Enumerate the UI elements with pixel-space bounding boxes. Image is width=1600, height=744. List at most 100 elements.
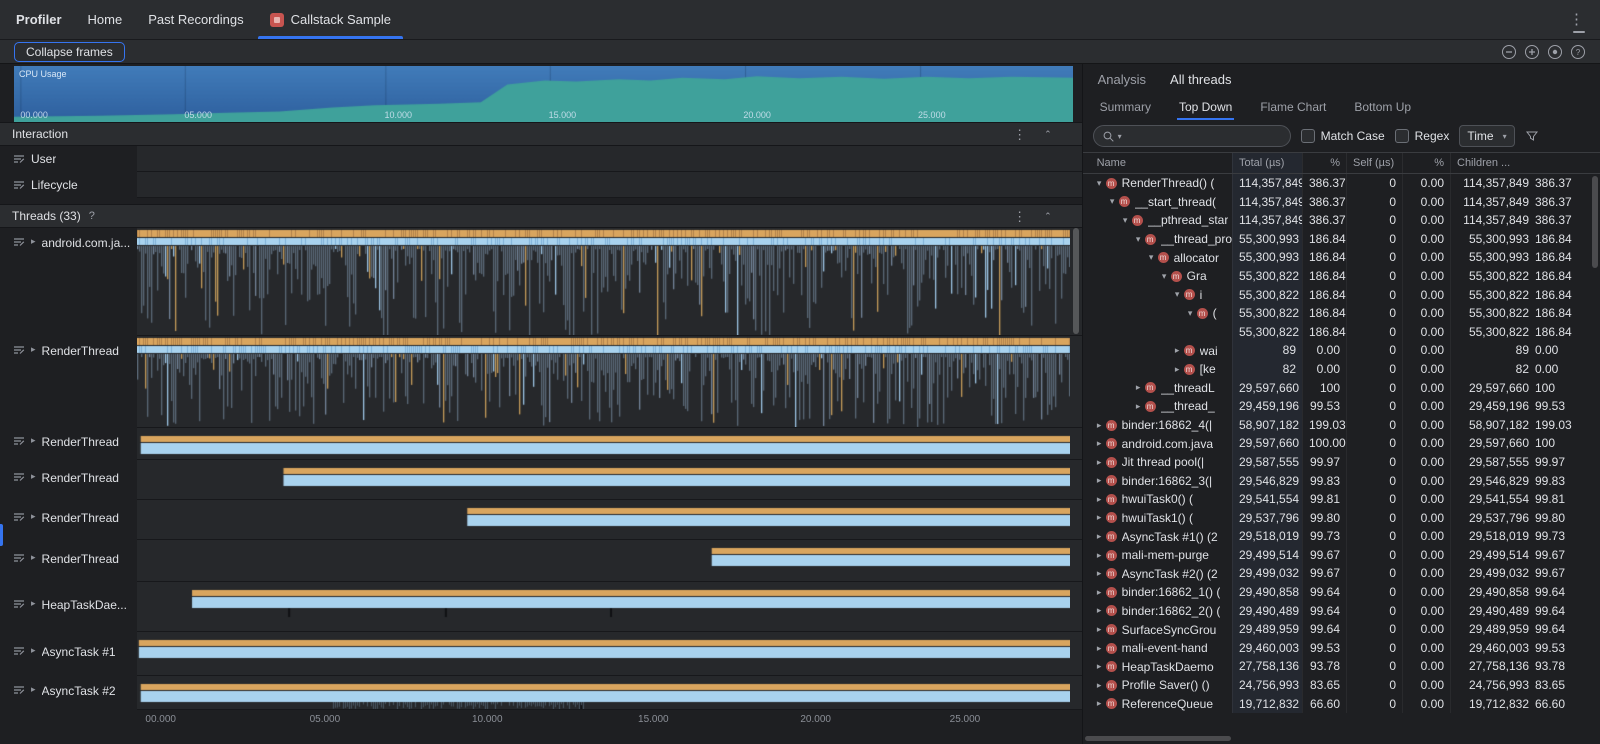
thread-track-canvas[interactable] [137,460,1070,500]
thread-track-canvas[interactable] [137,632,1070,676]
thread-row-heaptaskdae[interactable]: ▸HeapTaskDae... [0,582,1082,632]
expand-chevron-icon[interactable]: ▸ [1171,345,1184,356]
expand-chevron-icon[interactable]: ▸ [1093,512,1106,523]
column-header-total-s[interactable]: Total (µs) [1232,153,1302,173]
chevron-right-icon[interactable]: ▸ [31,645,36,656]
help-icon[interactable]: ? [89,210,95,222]
tree-row[interactable]: ▸mReferenceQueue19,712,83266.6000.0019,7… [1083,695,1600,714]
tree-row[interactable]: ▾mGra55,300,822186.8400.0055,300,822186.… [1083,267,1600,286]
thread-track[interactable] [137,460,1082,500]
tree-row[interactable]: ▸m__thread_29,459,19699.5300.0029,459,19… [1083,397,1600,416]
thread-row-renderthread[interactable]: ▸RenderThread [0,460,1082,500]
checkbox-box[interactable] [1301,129,1315,143]
kebab-menu-icon[interactable]: ⋮ [1013,210,1026,223]
chevron-right-icon[interactable]: ▸ [31,435,36,446]
column-header-self-s[interactable]: Self (µs) [1346,153,1402,173]
zoom-out-icon[interactable] [1501,44,1517,60]
kebab-menu-icon[interactable]: ⋮ [1013,128,1026,141]
expand-chevron-icon[interactable]: ▸ [1093,457,1106,468]
chevron-right-icon[interactable]: ▸ [31,598,36,609]
thread-track[interactable] [137,676,1082,710]
tree-row[interactable]: ▸m__threadL29,597,66010000.0029,597,6601… [1083,379,1600,398]
subtab-summary[interactable]: Summary [1098,94,1153,120]
thread-track[interactable] [137,540,1082,582]
tree-row[interactable]: ▸mSurfaceSyncGrou29,489,95999.6400.0029,… [1083,620,1600,639]
expand-chevron-icon[interactable]: ▸ [1093,494,1106,505]
tree-row[interactable]: ▸mAsyncTask #1() (229,518,01999.7300.002… [1083,527,1600,546]
expand-chevron-icon[interactable]: ▸ [1093,475,1106,486]
kebab-menu-icon[interactable]: ⋮ [1569,12,1584,27]
subtab-flame-chart[interactable]: Flame Chart [1258,94,1328,120]
chevron-down-icon[interactable]: ▾ [1118,132,1122,141]
thread-track-canvas[interactable] [137,336,1070,428]
hide-window-icon[interactable] [1573,31,1585,33]
thread-track-canvas[interactable] [137,582,1070,632]
thread-row-android-com-ja[interactable]: ▸android.com.ja... [0,228,1082,336]
interaction-track[interactable] [137,172,1082,198]
column-header-name[interactable]: Name [1083,153,1232,173]
thread-track-canvas[interactable] [137,500,1070,540]
threads-section-header[interactable]: Threads (33) ? ⋮ ⌃ [0,204,1082,228]
tree-row[interactable]: ▸mmali-mem-purge29,499,51499.6700.0029,4… [1083,546,1600,565]
thread-row-renderthread[interactable]: ▸RenderThread [0,540,1082,582]
tree-row[interactable]: ▸mJit thread pool(|29,587,55599.9700.002… [1083,453,1600,472]
tree-row[interactable]: 55,300,822186.8400.0055,300,822186.84 [1083,323,1600,342]
regex-checkbox[interactable]: Regex [1395,129,1450,143]
tree-row[interactable]: ▸mhwuiTask0() (29,541,55499.8100.0029,54… [1083,490,1600,509]
thread-track[interactable] [137,428,1082,460]
tree-row[interactable]: ▸mandroid.com.java29,597,660100.0000.002… [1083,434,1600,453]
tree-row[interactable]: ▾mallocator55,300,993186.8400.0055,300,9… [1083,248,1600,267]
match-case-checkbox[interactable]: Match Case [1301,129,1385,143]
subtab-top-down[interactable]: Top Down [1177,94,1234,120]
expand-chevron-icon[interactable]: ▾ [1145,252,1158,263]
expand-chevron-icon[interactable]: ▸ [1132,382,1145,393]
nav-item-past-recordings[interactable]: Past Recordings [148,12,243,27]
thread-track-canvas[interactable] [137,676,1070,710]
checkbox-box[interactable] [1395,129,1409,143]
interaction-track[interactable] [137,146,1082,172]
search-input[interactable]: ▾ [1093,125,1291,147]
thread-track[interactable] [137,632,1082,676]
expand-chevron-icon[interactable]: ▸ [1093,438,1106,449]
tree-row[interactable]: ▸mHeapTaskDaemo27,758,13693.7800.0027,75… [1083,657,1600,676]
reset-zoom-icon[interactable] [1547,44,1563,60]
thread-track-canvas[interactable] [137,428,1070,460]
nav-item-home[interactable]: Home [88,12,123,27]
interaction-row-lifecycle[interactable]: Lifecycle [0,172,1082,198]
expand-chevron-icon[interactable]: ▸ [1093,587,1106,598]
expand-chevron-icon[interactable]: ▸ [1093,661,1106,672]
expand-chevron-icon[interactable]: ▸ [1093,643,1106,654]
interaction-section-header[interactable]: Interaction ⋮ ⌃ [0,122,1082,146]
thread-row-asynctask-1[interactable]: ▸AsyncTask #1 [0,632,1082,676]
search-text-field[interactable] [1125,128,1282,144]
column-header-children[interactable]: Children ... [1450,153,1600,173]
interaction-row-user[interactable]: User [0,146,1082,172]
expand-chevron-icon[interactable]: ▾ [1184,308,1197,319]
expand-chevron-icon[interactable]: ▸ [1093,550,1106,561]
tree-row[interactable]: ▾m__start_thread(114,357,849386.3700.001… [1083,193,1600,212]
chevron-right-icon[interactable]: ▸ [31,511,36,522]
zoom-to-selection-icon[interactable]: ? [1570,44,1586,60]
thread-track-canvas[interactable] [137,228,1070,336]
expand-chevron-icon[interactable]: ▸ [1132,401,1145,412]
expand-chevron-icon[interactable]: ▾ [1106,196,1119,207]
vertical-scrollbar-thumb[interactable] [1592,176,1598,268]
thread-track[interactable] [137,582,1082,632]
chevron-right-icon[interactable]: ▸ [31,236,36,247]
tree-row[interactable]: ▸mAsyncTask #2() (229,499,03299.6700.002… [1083,564,1600,583]
tree-row[interactable]: ▸m[ke820.0000.00820.00 [1083,360,1600,379]
thread-row-asynctask-2[interactable]: ▸AsyncTask #2 [0,676,1082,710]
thread-row-renderthread[interactable]: ▸RenderThread [0,428,1082,460]
tree-row[interactable]: ▾mRenderThread() (114,357,849386.3700.00… [1083,174,1600,193]
thread-track[interactable] [137,336,1082,428]
expand-chevron-icon[interactable]: ▸ [1171,364,1184,375]
expand-chevron-icon[interactable]: ▾ [1158,271,1171,282]
filter-icon[interactable] [1525,129,1539,143]
expand-chevron-icon[interactable]: ▸ [1093,698,1106,709]
expand-chevron-icon[interactable]: ▸ [1093,624,1106,635]
pane-scrollbar-thumb[interactable] [1073,228,1079,334]
expand-chevron-icon[interactable]: ▸ [1093,420,1106,431]
zoom-in-icon[interactable] [1524,44,1540,60]
chevron-right-icon[interactable]: ▸ [31,471,36,482]
column-header-item[interactable]: % [1302,153,1346,173]
